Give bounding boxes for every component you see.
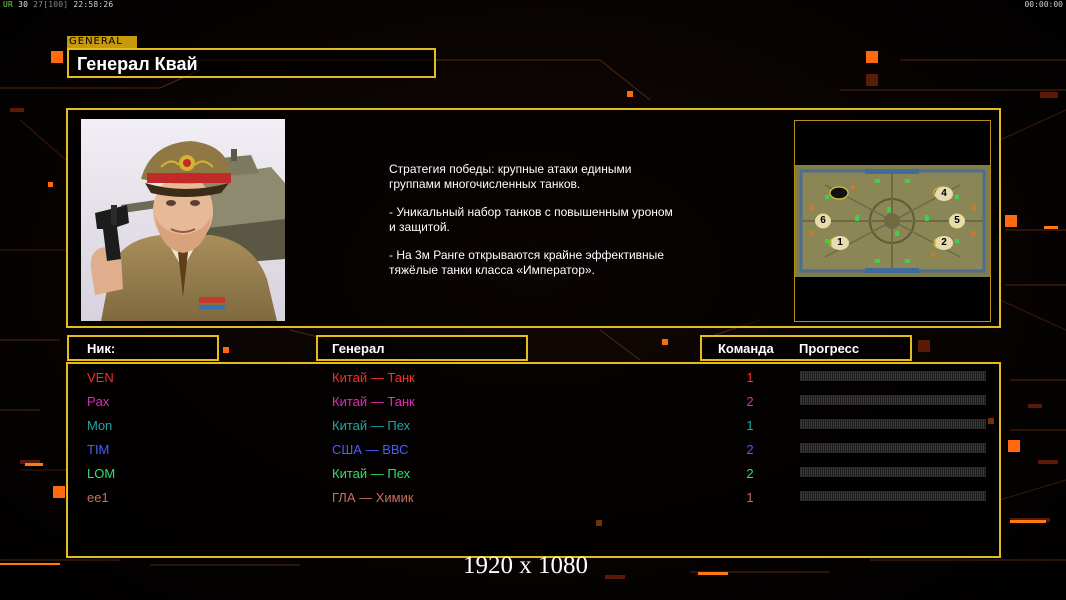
- player-team: 1: [746, 418, 754, 433]
- hud-fps: 30: [18, 0, 29, 9]
- player-team: 1: [746, 370, 754, 385]
- start-position-4: 4: [935, 187, 953, 201]
- description-rank: - На 3м Ранге открываются крайне эффекти…: [389, 248, 664, 277]
- start-position-6: 6: [815, 214, 831, 228]
- start-position-1: 1: [831, 236, 849, 250]
- start-position-5: 5: [949, 214, 965, 228]
- player-team: 2: [746, 442, 754, 457]
- player-general: Китай — Танк: [332, 370, 415, 385]
- player-nick: ee1: [87, 490, 109, 505]
- player-progress-bar: [800, 467, 986, 477]
- player-row: Mon Китай — Пех 1: [68, 414, 999, 438]
- minimap: 4 6 5 1 2: [795, 165, 990, 277]
- player-team: 2: [746, 394, 754, 409]
- player-nick: TIM: [87, 442, 110, 457]
- description-strategy: Стратегия победы: крупные атаки едиными …: [389, 162, 632, 191]
- start-position-2: 2: [935, 236, 953, 250]
- header-progress: Прогресс: [799, 341, 860, 356]
- header-team: Команда: [718, 341, 774, 356]
- description-tanks: - Уникальный набор танков с повышенным у…: [389, 205, 673, 234]
- player-team: 1: [746, 490, 754, 505]
- player-general: США — ВВС: [332, 442, 409, 457]
- player-row: ee1 ГЛА — Химик 1: [68, 486, 999, 510]
- player-nick: Mon: [87, 418, 113, 433]
- player-general: ГЛА — Химик: [332, 490, 414, 505]
- players-table: VEN Китай — Танк 1 Pax Китай — Танк 2 Mon Китай…: [66, 362, 1001, 558]
- hud-ur-label: UR: [3, 0, 14, 9]
- hud-status: UR 30 27[100] 22:58:26: [3, 0, 113, 9]
- player-progress-bar: [800, 443, 986, 453]
- header-general: Генерал: [332, 341, 385, 356]
- player-nick: Pax: [87, 394, 110, 409]
- player-progress-bar: [800, 395, 986, 405]
- general-portrait: [81, 119, 285, 321]
- player-general: Китай — Пех: [332, 466, 411, 481]
- general-name: Генерал Квай: [77, 54, 198, 74]
- general-description: Стратегия победы: крупные атаки едиными …: [389, 162, 719, 291]
- header-general-box: Генерал: [316, 335, 528, 361]
- header-team-progress-box: Команда Прогресс: [700, 335, 912, 361]
- player-row: LOM Китай — Пех 2: [68, 462, 999, 486]
- player-progress-bar: [800, 491, 986, 501]
- general-name-box: Генерал Квай: [67, 48, 436, 78]
- player-nick: VEN: [87, 370, 114, 385]
- player-row: TIM США — ВВС 2: [68, 438, 999, 462]
- hud-fps-max: 27[100]: [33, 0, 69, 9]
- hud-timer: 00:00:00: [1024, 0, 1063, 9]
- resolution-label: 1920 x 1080: [463, 552, 588, 579]
- player-row: Pax Китай — Танк 2: [68, 390, 999, 414]
- header-nick: Ник:: [87, 341, 116, 356]
- player-nick: LOM: [87, 466, 116, 481]
- player-row: VEN Китай — Танк 1: [68, 366, 999, 390]
- player-progress-bar: [800, 419, 986, 429]
- general-tag: GENERAL: [67, 36, 137, 48]
- player-general: Китай — Танк: [332, 394, 415, 409]
- player-progress-bar: [800, 371, 986, 381]
- player-team: 2: [746, 466, 754, 481]
- map-preview: 4 6 5 1 2: [794, 120, 991, 322]
- hud-clock: 22:58:26: [73, 0, 114, 9]
- player-general: Китай — Пех: [332, 418, 411, 433]
- general-portrait-image: [81, 119, 285, 321]
- header-nick-box: Ник:: [67, 335, 219, 361]
- general-info-panel: Стратегия победы: крупные атаки едиными …: [66, 108, 1001, 328]
